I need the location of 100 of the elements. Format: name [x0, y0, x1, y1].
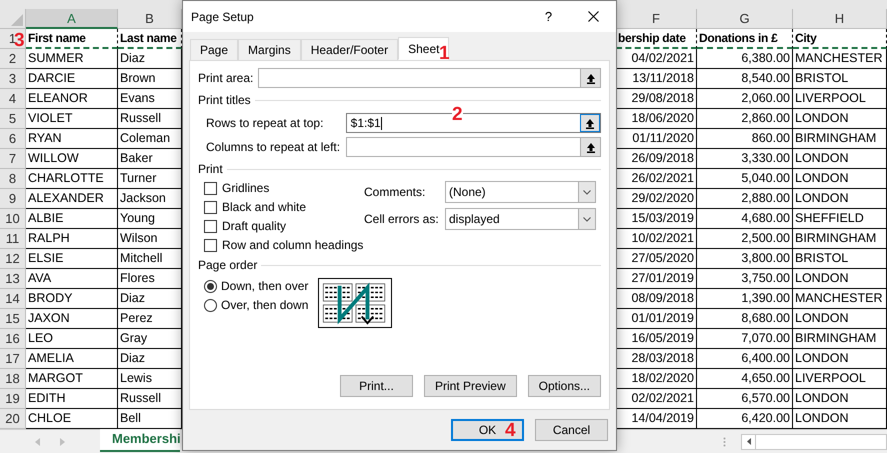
- table-cell: LONDON: [793, 269, 887, 289]
- row-number: 16: [0, 329, 26, 349]
- checkbox[interactable]: [204, 238, 217, 252]
- step-number: 4: [505, 421, 516, 440]
- table-cell: 27/01/2019: [616, 269, 697, 289]
- table-cell: 2,880.00: [697, 189, 793, 209]
- table-cell: Turner: [118, 169, 182, 189]
- radio-label: Down, then over: [221, 278, 308, 295]
- row-number: 20: [0, 409, 26, 429]
- table-cell: BIRMINGHAM: [793, 129, 887, 149]
- dialog-button[interactable]: Cancel: [535, 419, 608, 441]
- dropdown[interactable]: displayed: [445, 208, 596, 230]
- row-number: 14: [0, 289, 26, 309]
- table-cell: 04/02/2021: [616, 49, 697, 69]
- table-cell: BRISTOL: [793, 249, 887, 269]
- dialog-button[interactable]: Print Preview: [424, 375, 517, 397]
- tab[interactable]: Margins: [238, 39, 301, 60]
- dialog-button[interactable]: Print...: [340, 375, 413, 397]
- step-number: 3: [14, 31, 25, 50]
- tab[interactable]: Header/Footer: [300, 39, 398, 60]
- table-cell: MANCHESTER: [793, 49, 887, 69]
- table-cell: MANCHESTER: [793, 289, 887, 309]
- horizontal-scrollbar[interactable]: [741, 434, 887, 450]
- table-cell: Diaz: [118, 289, 182, 309]
- checkbox[interactable]: [204, 200, 217, 214]
- checkbox[interactable]: [204, 182, 217, 194]
- table-cell: Russell: [118, 389, 182, 409]
- table-cell: Gray: [118, 329, 182, 349]
- table-cell: BRISTOL: [793, 69, 887, 89]
- table-cell: Mitchell: [118, 249, 182, 269]
- radio-button[interactable]: [204, 280, 217, 292]
- scroll-left-icon[interactable]: [746, 438, 750, 445]
- table-cell: Bell: [118, 409, 182, 429]
- table-cell: ELEANOR: [26, 89, 118, 109]
- collapse-dialog-icon[interactable]: [586, 72, 596, 84]
- table-cell: ALBIE: [26, 209, 118, 229]
- table-cell: 1,390.00: [697, 289, 793, 309]
- table-cell: Lewis: [118, 369, 182, 389]
- table-cell: LIVERPOOL: [793, 369, 887, 389]
- table-cell: LONDON: [793, 349, 887, 369]
- column-heading-cell: Last name: [118, 29, 182, 49]
- table-cell: Young: [118, 209, 182, 229]
- table-cell: Brown: [118, 69, 182, 89]
- table-cell: 02/02/2021: [616, 389, 697, 409]
- table-cell: 29/02/2020: [616, 189, 697, 209]
- worksheet-tab[interactable]: Membershi: [100, 429, 180, 452]
- table-cell: 18/06/2020: [616, 109, 697, 129]
- table-cell: 8,540.00: [697, 69, 793, 89]
- table-cell: LEO: [26, 329, 118, 349]
- table-cell: Wilson: [118, 229, 182, 249]
- checkbox[interactable]: [204, 220, 217, 232]
- table-cell: 6,420.00: [697, 409, 793, 429]
- table-cell: WILLOW: [26, 149, 118, 169]
- close-icon: [588, 11, 599, 22]
- table-cell: VIOLET: [26, 109, 118, 129]
- chevron-down-icon: [583, 190, 591, 194]
- table-cell: Baker: [118, 149, 182, 169]
- table-cell: 18/02/2020: [616, 369, 697, 389]
- row-number: 17: [0, 349, 26, 369]
- table-cell: LONDON: [793, 409, 887, 429]
- checkbox-label: Gridlines: [222, 180, 270, 197]
- collapse-dialog-icon[interactable]: [585, 118, 595, 128]
- checkbox-label: Black and white: [222, 199, 306, 216]
- range-field[interactable]: [346, 137, 601, 157]
- table-cell: 3,800.00: [697, 249, 793, 269]
- collapse-dialog-icon[interactable]: [586, 142, 596, 152]
- table-cell: Russell: [118, 109, 182, 129]
- table-cell: Evans: [118, 89, 182, 109]
- table-cell: 2,060.00: [697, 89, 793, 109]
- table-cell: DARCIE: [26, 69, 118, 89]
- step-number: 1: [439, 44, 450, 63]
- table-cell: 860.00: [697, 129, 793, 149]
- table-cell: LONDON: [793, 109, 887, 129]
- column-header[interactable]: A: [26, 9, 118, 29]
- field-label: Rows to repeat at top:: [206, 115, 324, 132]
- column-heading-cell: bership date: [616, 29, 697, 49]
- radio-label: Over, then down: [221, 297, 308, 314]
- dialog-button[interactable]: Options...: [528, 375, 601, 397]
- dropdown[interactable]: (None): [445, 181, 596, 203]
- table-cell: 6,570.00: [697, 389, 793, 409]
- table-cell: BIRMINGHAM: [793, 329, 887, 349]
- chevron-down-icon: [583, 216, 591, 222]
- section-heading: Page order: [198, 257, 258, 274]
- tab[interactable]: Page: [190, 39, 238, 60]
- table-cell: ELSIE: [26, 249, 118, 269]
- table-cell: MARGOT: [26, 369, 118, 389]
- column-heading-cell: City: [793, 29, 887, 49]
- table-cell: 27/05/2020: [616, 249, 697, 269]
- row-number: 12: [0, 249, 26, 269]
- row-number: 13: [0, 269, 26, 289]
- row-number: 8: [0, 169, 26, 189]
- row-number: 4: [0, 89, 26, 109]
- table-cell: 15/03/2019: [616, 209, 697, 229]
- field-label: Columns to repeat at left:: [206, 139, 342, 156]
- table-cell: 13/11/2018: [616, 69, 697, 89]
- table-cell: 2,500.00: [697, 229, 793, 249]
- table-cell: RALPH: [26, 229, 118, 249]
- print-area-field[interactable]: [258, 68, 601, 88]
- radio-button[interactable]: [204, 298, 217, 312]
- help-button[interactable]: ?: [526, 1, 571, 32]
